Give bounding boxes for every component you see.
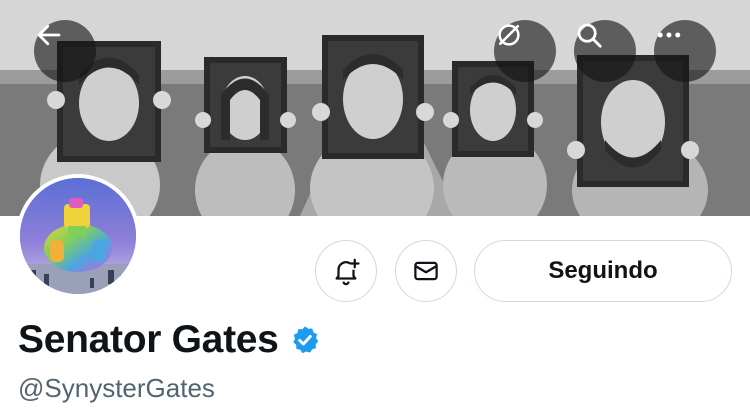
message-button[interactable] xyxy=(395,240,457,302)
profile-name-row: Senator Gates xyxy=(18,318,321,362)
bell-plus-icon xyxy=(335,258,360,286)
profile-handle: @SynysterGates xyxy=(18,373,215,403)
arrow-left-icon xyxy=(37,24,61,46)
following-button-label: Seguindo xyxy=(548,257,658,284)
translate-button[interactable] xyxy=(494,20,556,82)
translate-off-icon xyxy=(498,24,520,46)
envelope-icon xyxy=(414,261,438,281)
following-button[interactable]: Seguindo xyxy=(474,240,732,302)
display-name: Senator Gates xyxy=(18,318,279,361)
search-button[interactable] xyxy=(574,20,636,82)
back-button[interactable] xyxy=(34,20,96,82)
more-icon xyxy=(657,32,681,38)
profile-avatar[interactable] xyxy=(16,174,140,298)
avatar-image xyxy=(20,178,136,294)
verified-badge-icon[interactable] xyxy=(289,324,321,356)
notifications-button[interactable] xyxy=(315,240,377,302)
more-button[interactable] xyxy=(654,20,716,82)
search-icon xyxy=(577,23,602,48)
